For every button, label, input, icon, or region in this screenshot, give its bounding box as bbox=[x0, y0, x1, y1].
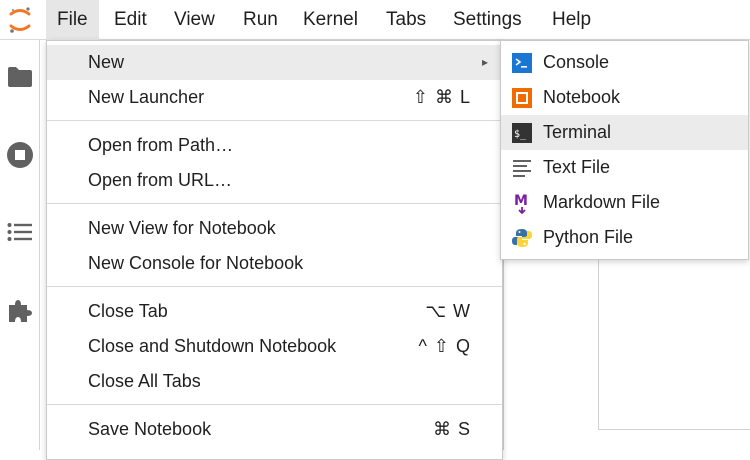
left-sidebar bbox=[0, 40, 40, 450]
menu-item-open-from-path[interactable]: Open from Path… bbox=[47, 128, 502, 163]
menu-separator bbox=[47, 120, 502, 121]
console-icon bbox=[512, 53, 532, 73]
menu-item-label: Close and Shutdown Notebook bbox=[88, 336, 337, 356]
file-menu: New ▸ New Launcher ⇧ ⌘ L Open from Path…… bbox=[46, 40, 503, 460]
menu-item-new[interactable]: New ▸ bbox=[47, 45, 502, 80]
menu-kernel[interactable]: Kernel bbox=[292, 0, 369, 40]
menu-item-label: Save Notebook bbox=[88, 419, 212, 439]
menu-item-open-from-url[interactable]: Open from URL… bbox=[47, 163, 502, 198]
submenu-item-label: Terminal bbox=[543, 122, 612, 142]
menu-item-label: Close Tab bbox=[88, 301, 168, 321]
menu-edit[interactable]: Edit bbox=[103, 0, 158, 40]
menu-separator bbox=[47, 286, 502, 287]
new-submenu: Console Notebook $_ Terminal Text File M… bbox=[500, 40, 749, 260]
menu-item-label: New View for Notebook bbox=[88, 218, 276, 238]
python-icon bbox=[512, 228, 532, 248]
menu-item-label: Open from URL… bbox=[88, 170, 233, 190]
submenu-item-notebook[interactable]: Notebook bbox=[501, 80, 748, 115]
menu-item-label: New Launcher bbox=[88, 87, 205, 107]
menu-item-label: Open from Path… bbox=[88, 135, 234, 155]
menu-item-shortcut: ⇧ ⌘ L bbox=[412, 87, 471, 107]
menu-item-label: New bbox=[88, 52, 125, 72]
menu-item-label: New Console for Notebook bbox=[88, 253, 304, 273]
menu-file[interactable]: File bbox=[46, 0, 99, 40]
menu-separator bbox=[47, 203, 502, 204]
submenu-item-label: Python File bbox=[543, 227, 634, 247]
menu-settings[interactable]: Settings bbox=[442, 0, 533, 40]
submenu-item-label: Markdown File bbox=[543, 192, 661, 212]
submenu-item-label: Notebook bbox=[543, 87, 621, 107]
submenu-item-terminal[interactable]: $_ Terminal bbox=[501, 115, 748, 150]
submenu-item-label: Console bbox=[543, 52, 610, 72]
notebook-icon bbox=[512, 88, 532, 108]
submenu-item-text-file[interactable]: Text File bbox=[501, 150, 748, 185]
submenu-item-console[interactable]: Console bbox=[501, 45, 748, 80]
menu-item-close-and-shutdown-notebook[interactable]: Close and Shutdown Notebook ^ ⇧ Q bbox=[47, 329, 502, 364]
submenu-item-label: Text File bbox=[543, 157, 611, 177]
menu-view[interactable]: View bbox=[163, 0, 226, 40]
menu-item-close-tab[interactable]: Close Tab ⌥ W bbox=[47, 294, 502, 329]
menu-help[interactable]: Help bbox=[541, 0, 602, 40]
menu-item-shortcut: ⌘ S bbox=[432, 419, 471, 439]
submenu-arrow-icon: ▸ bbox=[481, 55, 488, 69]
menu-item-new-view-for-notebook[interactable]: New View for Notebook bbox=[47, 211, 502, 246]
terminal-icon: $_ bbox=[512, 123, 532, 143]
svg-text:M: M bbox=[514, 193, 528, 209]
stop-circle-icon[interactable] bbox=[0, 135, 40, 175]
menu-tabs[interactable]: Tabs bbox=[375, 0, 437, 40]
panel-divider bbox=[503, 250, 504, 450]
folder-icon[interactable] bbox=[0, 57, 40, 97]
menubar: File Edit View Run Kernel Tabs Settings … bbox=[0, 0, 750, 40]
menu-item-new-launcher[interactable]: New Launcher ⇧ ⌘ L bbox=[47, 80, 502, 115]
puzzle-icon[interactable] bbox=[0, 290, 40, 330]
menu-item-close-all-tabs[interactable]: Close All Tabs bbox=[47, 364, 502, 399]
notebook-panel bbox=[598, 240, 750, 430]
text-file-icon bbox=[512, 158, 532, 178]
menu-separator bbox=[47, 404, 502, 405]
svg-text:$_: $_ bbox=[514, 129, 527, 140]
menu-item-new-console-for-notebook[interactable]: New Console for Notebook bbox=[47, 246, 502, 281]
submenu-item-python-file[interactable]: Python File bbox=[501, 220, 748, 255]
markdown-icon: M bbox=[512, 193, 532, 214]
menu-item-shortcut: ⌥ W bbox=[425, 301, 471, 321]
list-icon[interactable] bbox=[0, 212, 40, 252]
submenu-item-markdown-file[interactable]: M Markdown File bbox=[501, 185, 748, 220]
menu-item-shortcut: ^ ⇧ Q bbox=[418, 336, 471, 356]
jupyter-logo-icon[interactable] bbox=[0, 0, 40, 40]
menu-item-label: Close All Tabs bbox=[88, 371, 201, 391]
menu-item-save-notebook[interactable]: Save Notebook ⌘ S bbox=[47, 412, 502, 447]
menu-run[interactable]: Run bbox=[232, 0, 289, 40]
